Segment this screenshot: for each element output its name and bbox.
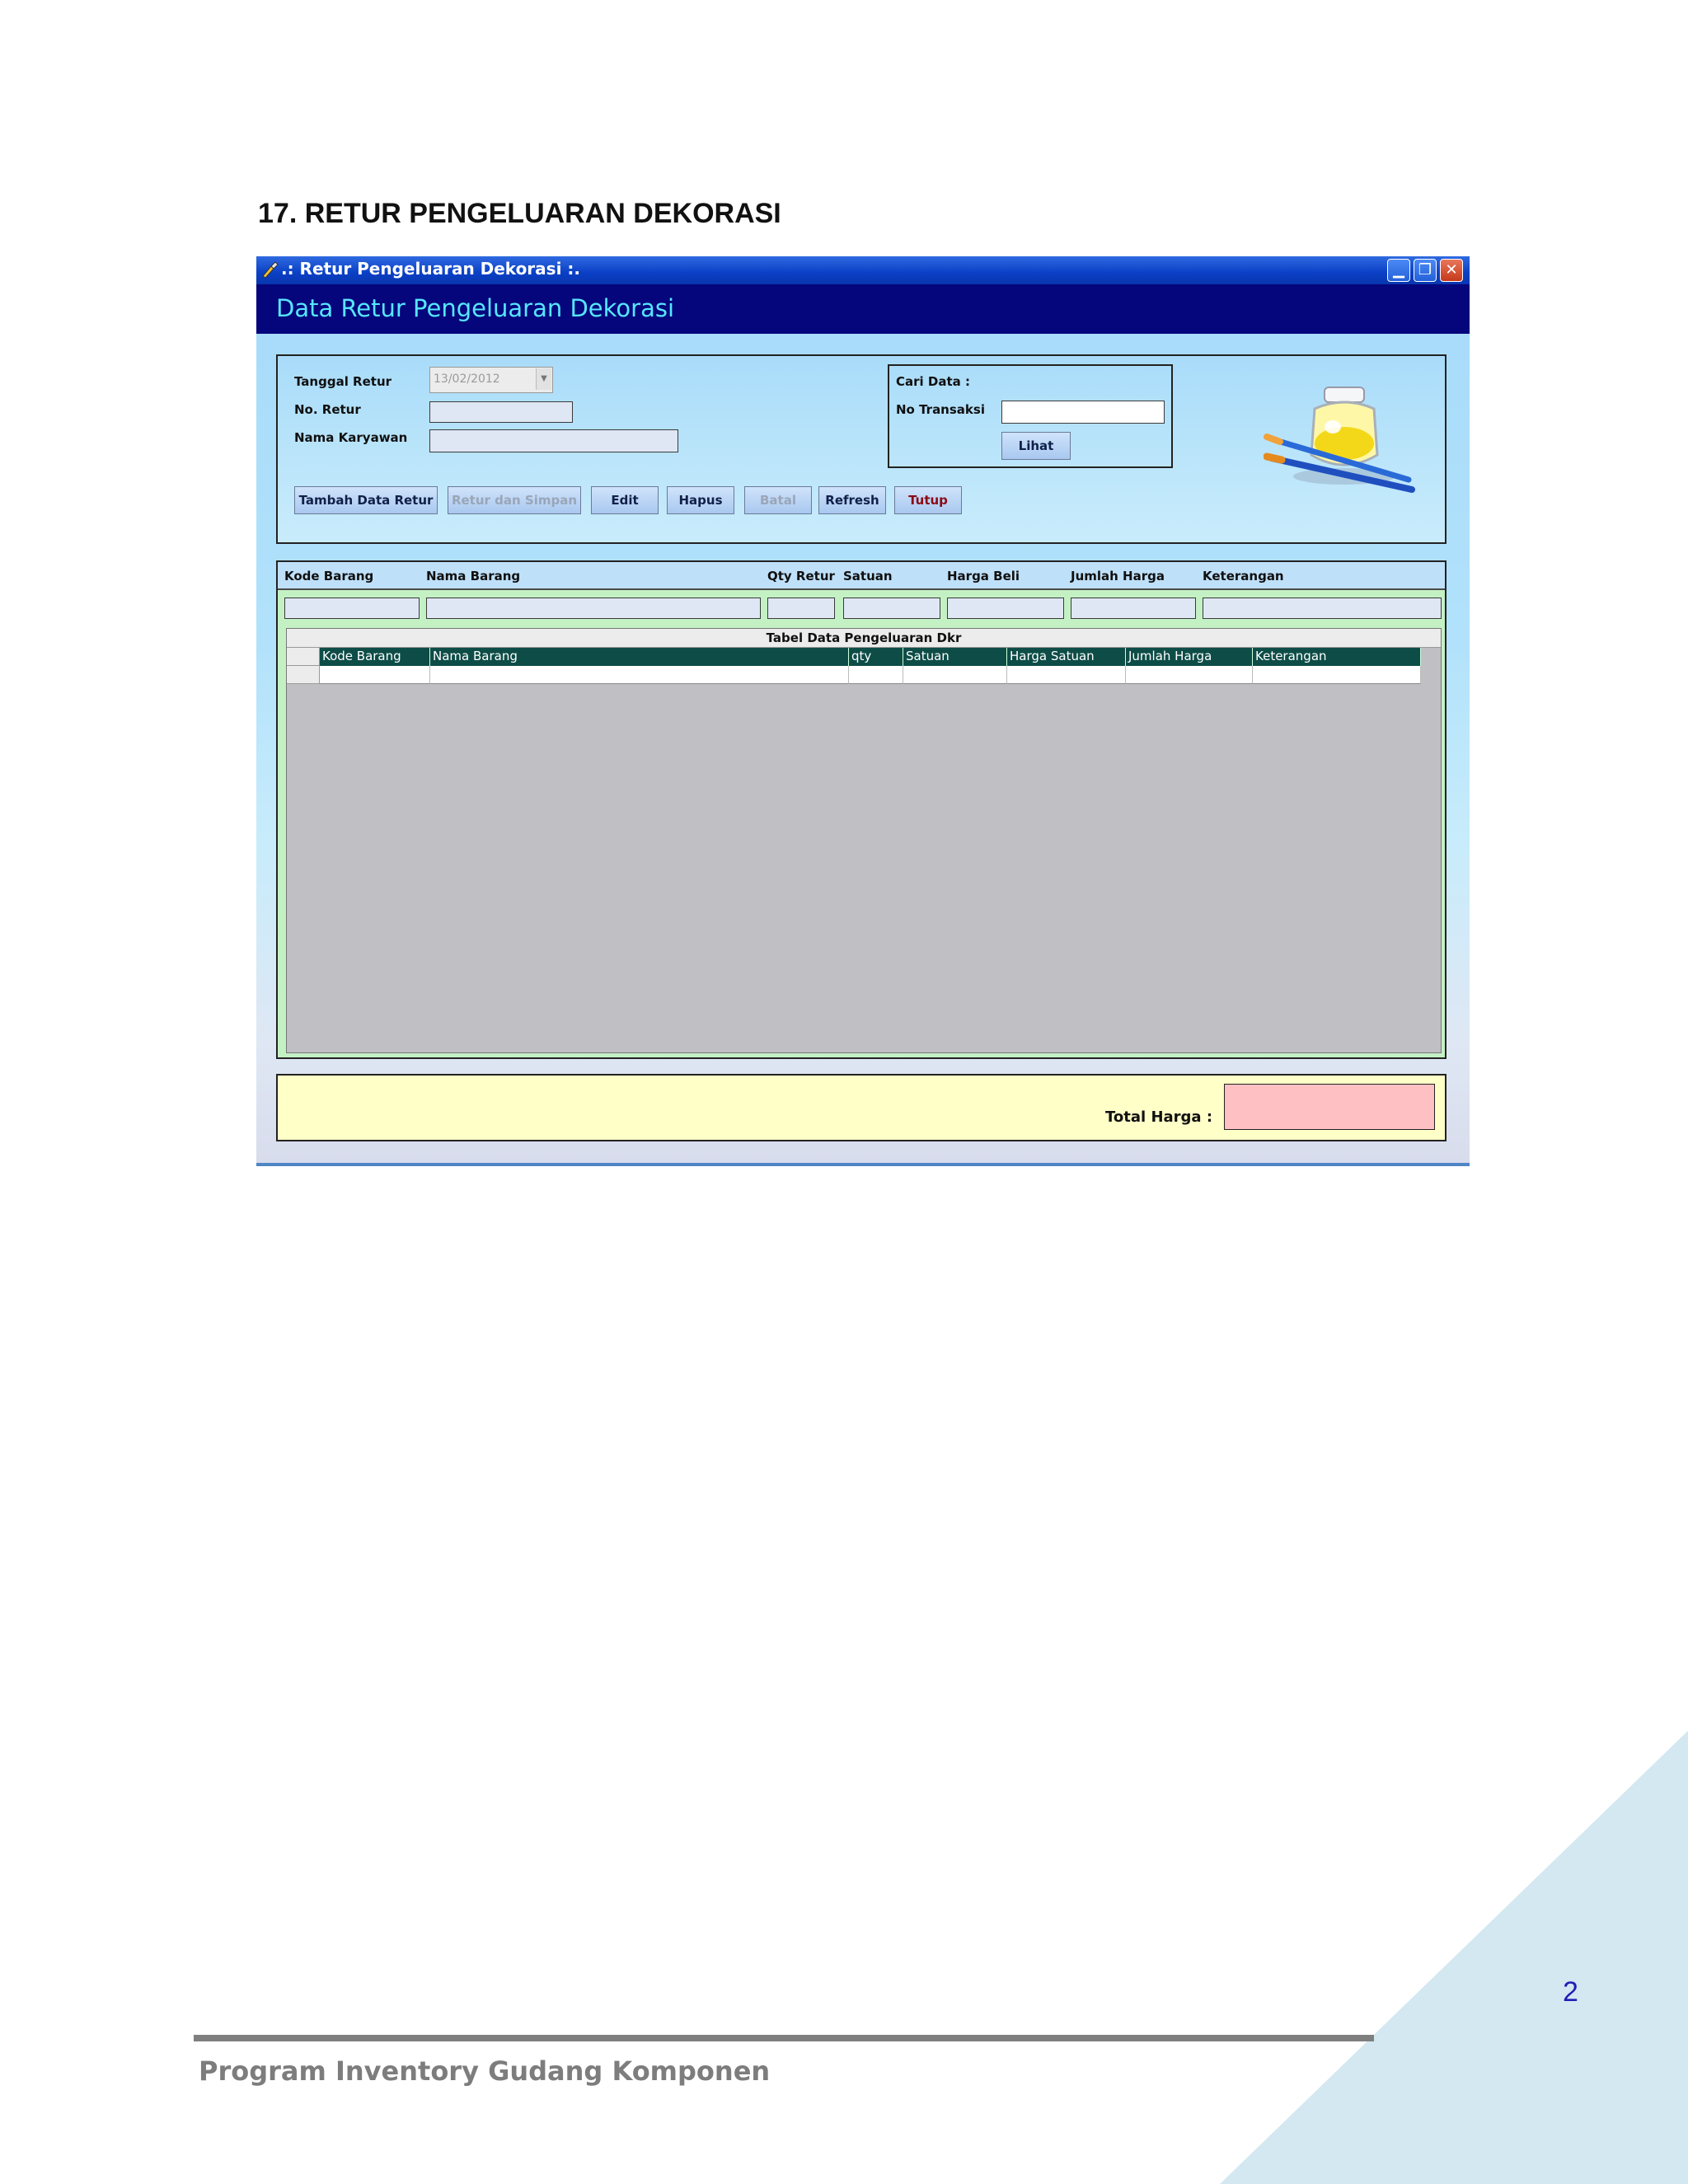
total-harga-label: Total Harga :	[1105, 1108, 1213, 1126]
detail-column-band: Kode Barang Nama Barang Qty Retur Satuan…	[278, 562, 1445, 590]
client-area: Tanggal Retur 13/02/2012 ▼ No. Retur Nam…	[256, 334, 1470, 1166]
footer-text: Program Inventory Gudang Komponen	[199, 2055, 771, 2087]
satuan-input[interactable]	[843, 598, 940, 619]
paint-jar-brushes-icon	[1264, 387, 1415, 493]
table-row-cell[interactable]	[849, 666, 903, 684]
tambah-data-retur-button[interactable]: Tambah Data Retur	[294, 486, 438, 514]
data-grid[interactable]: Tabel Data Pengeluaran Dkr Kode Barang N…	[286, 628, 1442, 1053]
nama-karyawan-label: Nama Karyawan	[294, 430, 408, 445]
lihat-button[interactable]: Lihat	[1001, 432, 1071, 460]
table-row-cell[interactable]	[430, 666, 849, 684]
close-button[interactable]: ✕	[1440, 259, 1463, 282]
nama-karyawan-field[interactable]	[429, 429, 678, 452]
nama-barang-input[interactable]	[426, 598, 761, 619]
detail-col-kode-barang: Kode Barang	[284, 569, 374, 583]
minimize-button[interactable]: ▁	[1387, 259, 1410, 282]
grid-col-qty[interactable]: qty	[849, 648, 903, 666]
table-row-cell[interactable]	[1007, 666, 1126, 684]
grid-col-keterangan[interactable]: Keterangan	[1253, 648, 1421, 666]
page-number: 2	[1563, 1976, 1578, 2008]
harga-beli-input[interactable]	[947, 598, 1064, 619]
tanggal-retur-picker[interactable]: 13/02/2012 ▼	[429, 367, 553, 393]
keterangan-input[interactable]	[1203, 598, 1442, 619]
detail-col-jumlah-harga: Jumlah Harga	[1071, 569, 1165, 583]
tanggal-retur-value: 13/02/2012	[434, 373, 500, 386]
grid-col-kode-barang[interactable]: Kode Barang	[320, 648, 430, 666]
footer-triangle-decoration	[1220, 1731, 1688, 2184]
detail-col-nama-barang: Nama Barang	[426, 569, 521, 583]
grid-col-nama-barang[interactable]: Nama Barang	[430, 648, 849, 666]
grid-col-harga-satuan[interactable]: Harga Satuan	[1007, 648, 1126, 666]
header-band: Data Retur Pengeluaran Dekorasi	[256, 284, 1470, 334]
section-title: 17. RETUR PENGELUARAN DEKORASI	[258, 198, 781, 229]
table-row-cell[interactable]	[1253, 666, 1421, 684]
detail-col-harga-beli: Harga Beli	[947, 569, 1020, 583]
detail-col-qty-retur: Qty Retur	[767, 569, 835, 583]
chevron-down-icon[interactable]: ▼	[536, 368, 551, 390]
jumlah-harga-input[interactable]	[1071, 598, 1196, 619]
refresh-button[interactable]: Refresh	[818, 486, 886, 514]
batal-button[interactable]: Batal	[744, 486, 812, 514]
search-box: Cari Data : No Transaksi Lihat	[888, 364, 1173, 468]
restore-button[interactable]: ❐	[1414, 259, 1437, 282]
window-title: .: Retur Pengeluaran Dekorasi :.	[281, 259, 580, 279]
detail-panel: Kode Barang Nama Barang Qty Retur Satuan…	[276, 560, 1447, 1059]
hapus-button[interactable]: Hapus	[667, 486, 734, 514]
no-transaksi-label: No Transaksi	[896, 402, 985, 417]
app-window: .: Retur Pengeluaran Dekorasi :. ▁ ❐ ✕ D…	[256, 256, 1470, 1166]
qty-retur-input[interactable]	[767, 598, 835, 619]
no-retur-field[interactable]	[429, 401, 573, 423]
title-bar[interactable]: .: Retur Pengeluaran Dekorasi :. ▁ ❐ ✕	[256, 256, 1470, 284]
table-row-cell[interactable]	[903, 666, 1007, 684]
no-transaksi-input[interactable]	[1001, 401, 1165, 424]
paintbrush-icon	[262, 261, 279, 279]
no-retur-label: No. Retur	[294, 402, 361, 417]
retur-simpan-button[interactable]: Retur dan Simpan	[448, 486, 581, 514]
grid-corner	[287, 648, 320, 666]
table-row-cell[interactable]	[320, 666, 430, 684]
detail-col-keterangan: Keterangan	[1203, 569, 1284, 583]
window-bottom-border	[256, 1163, 1470, 1166]
edit-button[interactable]: Edit	[591, 486, 659, 514]
tanggal-retur-label: Tanggal Retur	[294, 374, 392, 389]
search-caption: Cari Data :	[896, 374, 970, 389]
grid-col-jumlah-harga[interactable]: Jumlah Harga	[1126, 648, 1253, 666]
kode-barang-input[interactable]	[284, 598, 420, 619]
grid-caption: Tabel Data Pengeluaran Dkr	[287, 629, 1441, 648]
entry-panel: Tanggal Retur 13/02/2012 ▼ No. Retur Nam…	[276, 354, 1447, 544]
grid-col-satuan[interactable]: Satuan	[903, 648, 1007, 666]
footer-divider	[194, 2035, 1374, 2041]
total-harga-field[interactable]	[1224, 1084, 1435, 1130]
tutup-button[interactable]: Tutup	[894, 486, 962, 514]
table-row-cell[interactable]	[1126, 666, 1253, 684]
grid-row-selector[interactable]	[287, 666, 320, 684]
detail-col-satuan: Satuan	[843, 569, 893, 583]
summary-panel: Total Harga :	[276, 1074, 1447, 1141]
form-header: Data Retur Pengeluaran Dekorasi	[276, 294, 675, 322]
